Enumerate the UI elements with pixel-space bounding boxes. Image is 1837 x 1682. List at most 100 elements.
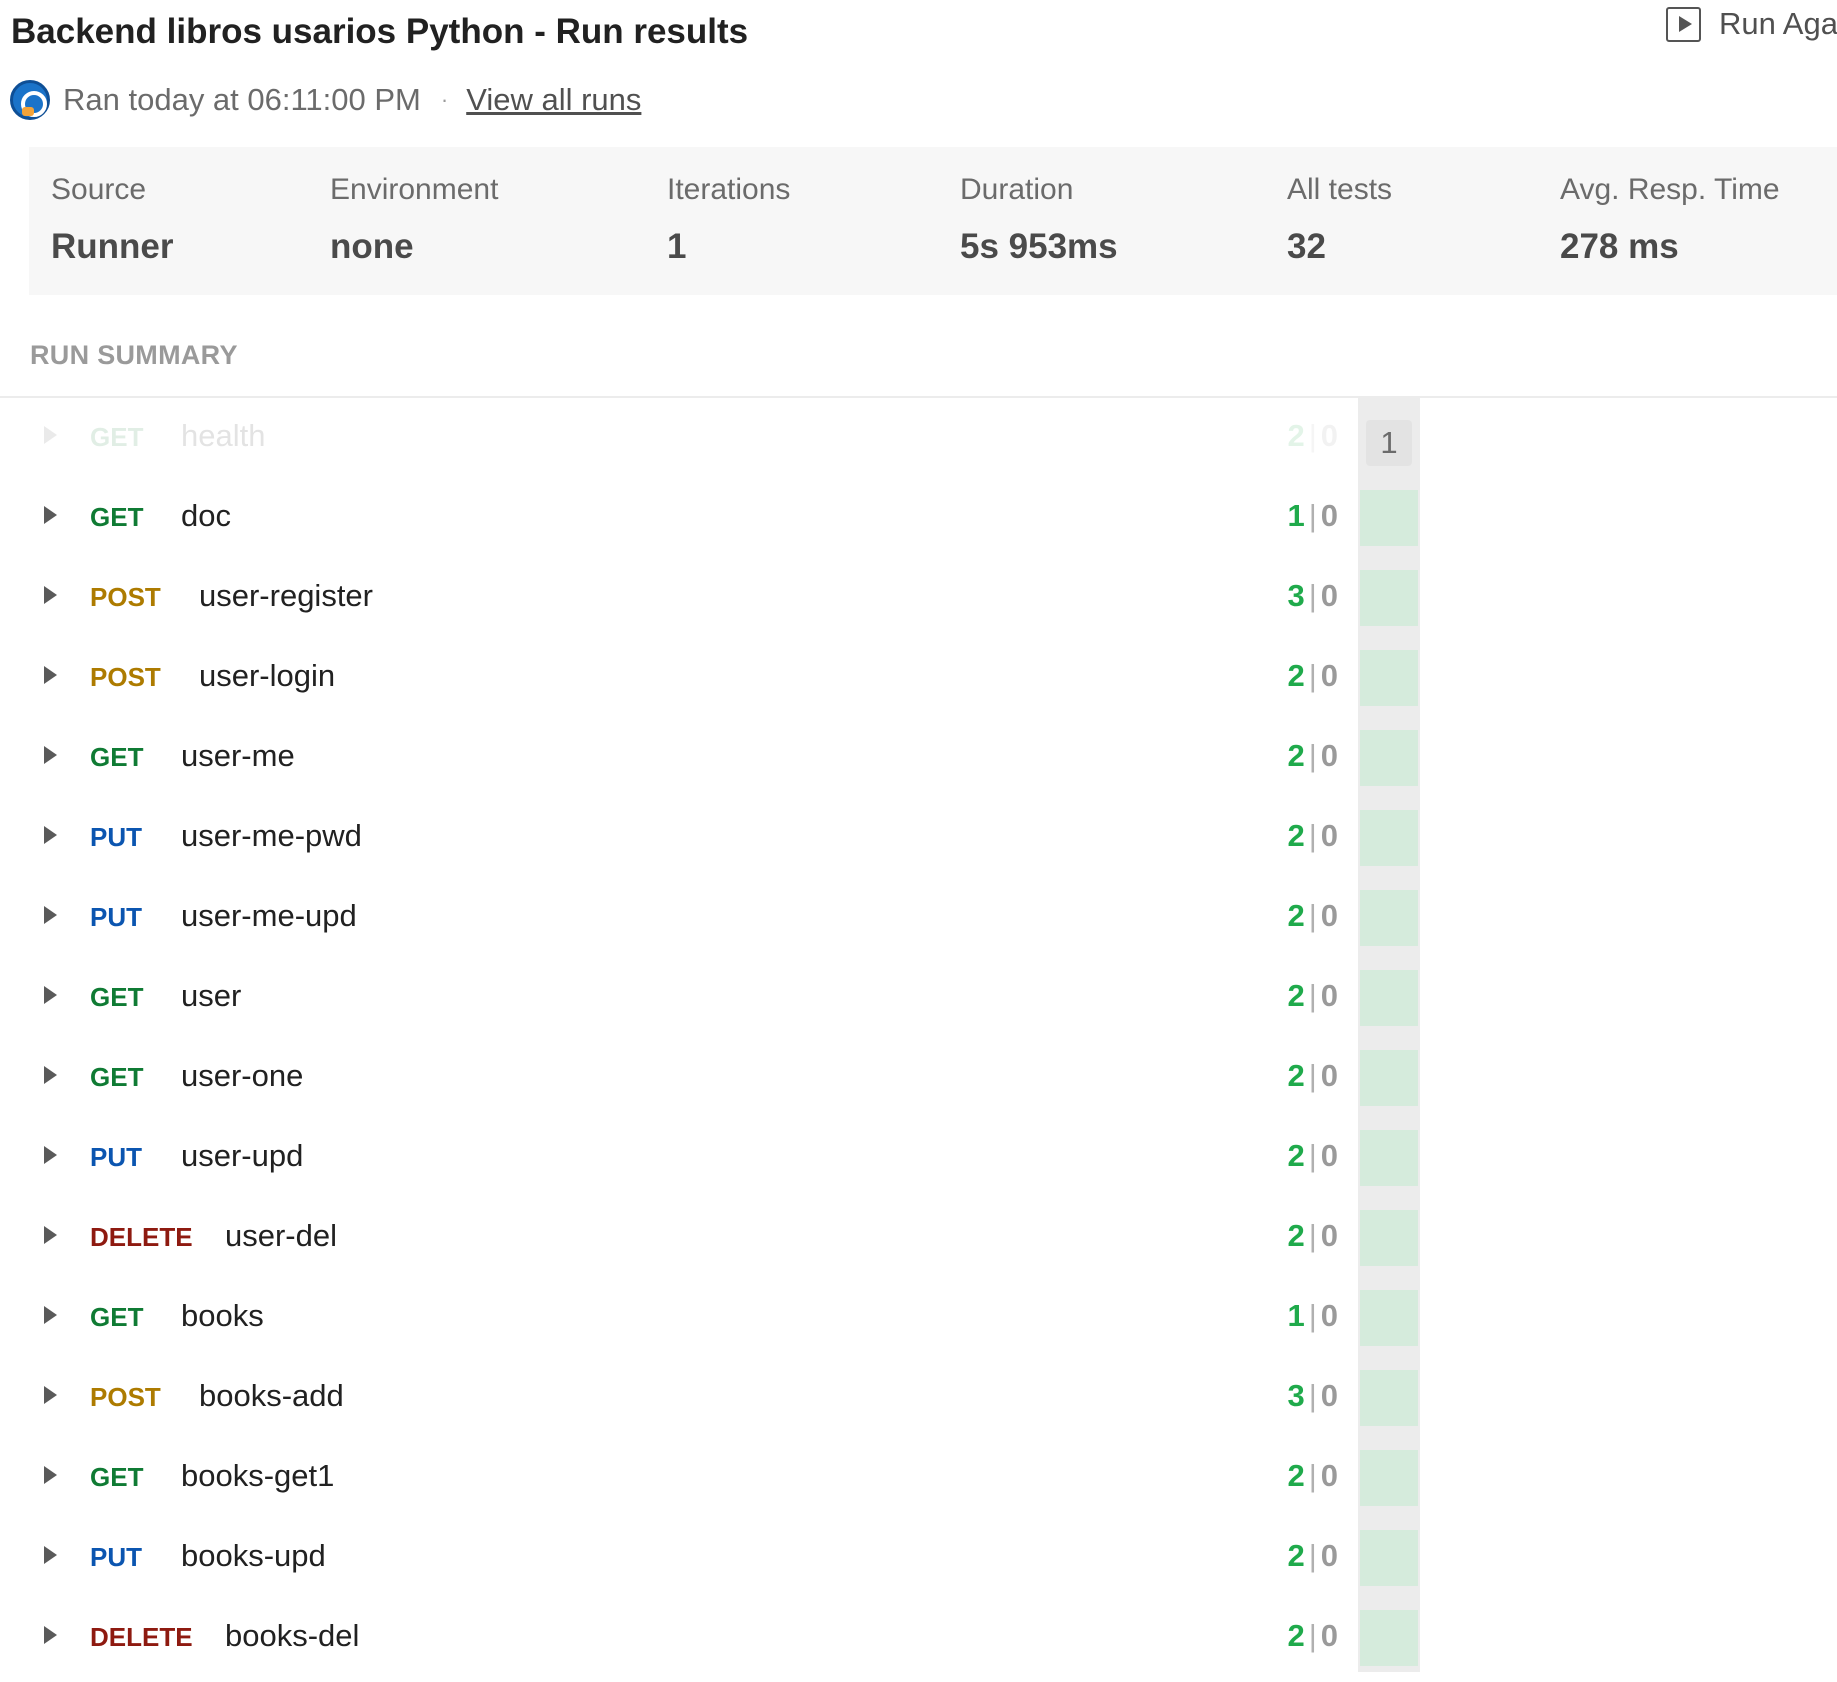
passed-count: 2 — [1287, 1538, 1305, 1573]
request-row[interactable]: GET books 1 | 0 — [0, 1278, 1360, 1358]
expand-caret-icon[interactable] — [44, 1226, 57, 1244]
request-name: user-me-pwd — [181, 818, 362, 853]
request-method: POST — [90, 582, 161, 612]
test-counts: 2 | 0 — [1272, 1218, 1338, 1258]
iteration-result-cell[interactable] — [1360, 810, 1418, 866]
request-row[interactable]: GET user-one 2 | 0 — [0, 1038, 1360, 1118]
expand-caret-icon[interactable] — [44, 986, 57, 1004]
request-row[interactable]: PUT user-me-pwd 2 | 0 — [0, 798, 1360, 878]
expand-caret-icon[interactable] — [44, 1066, 57, 1084]
request-row[interactable]: GET doc 1 | 0 — [0, 478, 1360, 558]
count-separator: | — [1308, 1218, 1317, 1253]
count-separator: | — [1308, 818, 1317, 853]
iteration-result-cell[interactable] — [1360, 570, 1418, 626]
iteration-result-cell[interactable] — [1360, 1210, 1418, 1266]
view-all-runs-link[interactable]: View all runs — [466, 82, 641, 118]
count-separator: | — [1308, 1378, 1317, 1413]
request-row[interactable]: DELETE user-del 2 | 0 — [0, 1198, 1360, 1278]
count-separator: | — [1308, 898, 1317, 933]
request-name: user-register — [199, 578, 373, 613]
failed-count: 0 — [1320, 1058, 1338, 1093]
expand-caret-icon[interactable] — [44, 1546, 57, 1564]
passed-count: 1 — [1287, 498, 1305, 533]
iteration-result-cell[interactable] — [1360, 890, 1418, 946]
expand-caret-icon[interactable] — [44, 1146, 57, 1164]
passed-count: 2 — [1287, 1218, 1305, 1253]
request-name: books-upd — [181, 1538, 326, 1573]
failed-count: 0 — [1320, 578, 1338, 613]
count-separator: | — [1308, 1058, 1317, 1093]
passed-count: 2 — [1287, 658, 1305, 693]
request-row[interactable]: POST user-register 3 | 0 — [0, 558, 1360, 638]
expand-caret-icon[interactable] — [44, 1306, 57, 1324]
request-method: DELETE — [90, 1622, 193, 1652]
iteration-result-cell[interactable] — [1360, 1530, 1418, 1586]
request-list: GET health 2 | 0 GET doc 1 | 0 POST user-register 3 |… — [0, 398, 1420, 1682]
test-counts: 2 | 0 — [1272, 738, 1338, 778]
run-again-label: Run Aga — [1719, 6, 1837, 41]
iteration-number[interactable]: 1 — [1366, 420, 1412, 466]
expand-caret-icon[interactable] — [44, 906, 57, 924]
passed-count: 2 — [1287, 1618, 1305, 1653]
count-separator: | — [1308, 1538, 1317, 1573]
iteration-result-cell[interactable] — [1360, 1290, 1418, 1346]
run-meta: Ran today at 06:11:00 PM · View all runs — [10, 80, 641, 120]
failed-count: 0 — [1320, 1298, 1338, 1333]
passed-count: 2 — [1287, 818, 1305, 853]
count-separator: | — [1308, 978, 1317, 1013]
iteration-result-cell[interactable] — [1360, 650, 1418, 706]
stat-source: Source Runner — [51, 173, 174, 267]
passed-count: 2 — [1287, 898, 1305, 933]
stat-value: 32 — [1287, 227, 1326, 266]
request-method: PUT — [90, 1542, 142, 1572]
expand-caret-icon[interactable] — [44, 586, 57, 604]
iteration-result-cell[interactable] — [1360, 1130, 1418, 1186]
run-again-button[interactable]: Run Aga — [1666, 6, 1837, 42]
iteration-result-cell[interactable] — [1360, 1370, 1418, 1426]
iteration-result-cell[interactable] — [1360, 1610, 1418, 1666]
request-row[interactable]: POST books-add 3 | 0 — [0, 1358, 1360, 1438]
test-counts: 1 | 0 — [1272, 498, 1338, 538]
expand-caret-icon[interactable] — [44, 826, 57, 844]
iteration-result-cell[interactable] — [1360, 970, 1418, 1026]
request-row[interactable]: POST user-login 2 | 0 — [0, 638, 1360, 718]
expand-caret-icon[interactable] — [44, 426, 57, 444]
request-row[interactable]: GET books-get1 2 | 0 — [0, 1438, 1360, 1518]
count-separator: | — [1308, 1458, 1317, 1493]
test-counts: 3 | 0 — [1272, 578, 1338, 618]
count-separator: | — [1308, 1138, 1317, 1173]
run-summary-header: RUN SUMMARY — [30, 340, 238, 370]
stat-duration: Duration 5s 953ms — [960, 173, 1118, 267]
expand-caret-icon[interactable] — [44, 746, 57, 764]
request-row[interactable]: GET user-me 2 | 0 — [0, 718, 1360, 798]
request-name: user-del — [225, 1218, 337, 1253]
request-row[interactable]: PUT user-me-upd 2 | 0 — [0, 878, 1360, 958]
stat-value: 1 — [667, 227, 687, 266]
request-row[interactable]: PUT books-upd 2 | 0 — [0, 1518, 1360, 1598]
test-counts: 2 | 0 — [1272, 818, 1338, 858]
stat-label: Environment — [330, 173, 499, 206]
count-separator: | — [1308, 498, 1317, 533]
iteration-result-cell[interactable] — [1360, 490, 1418, 546]
iteration-result-cell[interactable] — [1360, 1450, 1418, 1506]
expand-caret-icon[interactable] — [44, 1626, 57, 1644]
expand-caret-icon[interactable] — [44, 506, 57, 524]
test-counts: 2 | 0 — [1272, 1138, 1338, 1178]
iteration-result-cell[interactable] — [1360, 1050, 1418, 1106]
separator-dot: · — [440, 87, 449, 112]
request-name: books — [181, 1298, 264, 1333]
request-row[interactable]: GET health 2 | 0 — [0, 398, 1360, 478]
iteration-result-cell[interactable] — [1360, 730, 1418, 786]
expand-caret-icon[interactable] — [44, 666, 57, 684]
test-counts: 2 | 0 — [1272, 1458, 1338, 1498]
request-row[interactable]: PUT user-upd 2 | 0 — [0, 1118, 1360, 1198]
stat-avg-resp-time: Avg. Resp. Time 278 ms — [1560, 173, 1780, 267]
ran-at-text: Ran today at 06:11:00 PM — [63, 82, 421, 117]
request-method: GET — [90, 982, 144, 1012]
stat-value: Runner — [51, 227, 174, 266]
request-row[interactable]: GET user 2 | 0 — [0, 958, 1360, 1038]
request-row[interactable]: DELETE books-del 2 | 0 — [0, 1598, 1360, 1678]
stat-value: 278 ms — [1560, 227, 1679, 266]
expand-caret-icon[interactable] — [44, 1386, 57, 1404]
expand-caret-icon[interactable] — [44, 1466, 57, 1484]
